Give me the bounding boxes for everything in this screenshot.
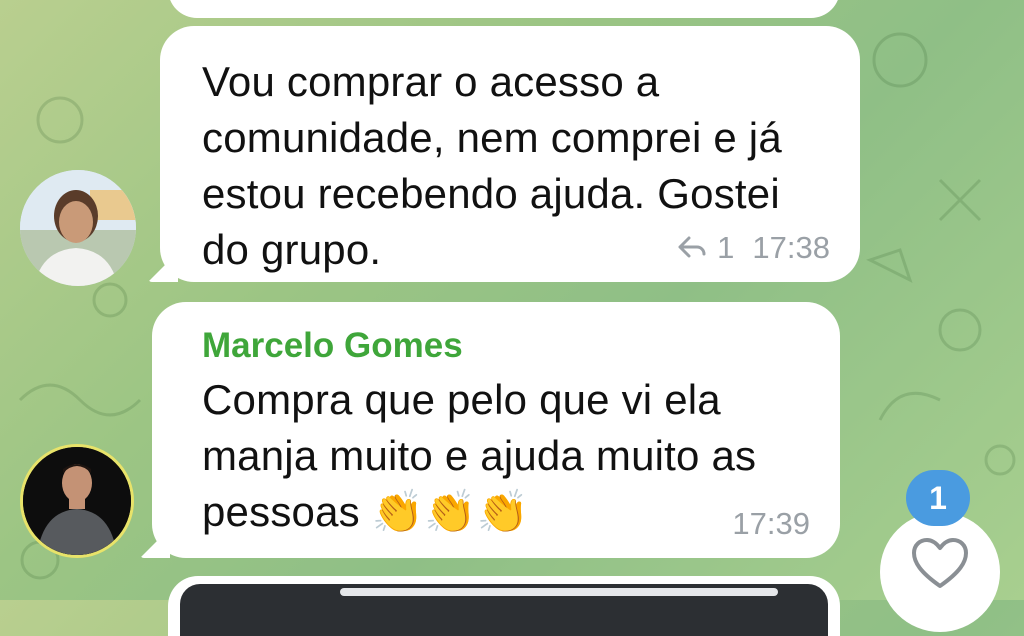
media-url-bar: [340, 588, 778, 596]
message-time: 17:39: [732, 506, 810, 541]
reply-count[interactable]: 1: [717, 230, 734, 266]
previous-message-bubble[interactable]: [168, 0, 840, 18]
avatar-woman-image: [20, 170, 136, 286]
media-message-bubble[interactable]: [168, 576, 840, 636]
message-meta: 17:39: [732, 506, 810, 542]
bubble-tail: [148, 252, 178, 282]
message-bubble[interactable]: Vou comprar o acesso a comunidade, nem c…: [148, 26, 860, 282]
bubble-tail: [140, 528, 170, 558]
sender-name[interactable]: Marcelo Gomes: [202, 326, 804, 366]
reply-arrow-icon[interactable]: [677, 230, 707, 266]
reaction-button[interactable]: [880, 512, 1000, 632]
message-meta: 1 17:38: [677, 230, 830, 266]
message-text: Compra que pelo que vi ela manja muito e…: [202, 372, 804, 540]
message-time: 17:38: [752, 230, 830, 265]
media-preview[interactable]: [180, 584, 828, 636]
avatar-man-image: [23, 447, 131, 555]
unread-badge[interactable]: 1: [906, 470, 970, 526]
message-bubble[interactable]: Marcelo Gomes Compra que pelo que vi ela…: [140, 302, 840, 558]
avatar[interactable]: [20, 444, 134, 558]
avatar[interactable]: [20, 170, 136, 286]
clapping-emoji: 👏👏👏: [371, 488, 530, 535]
heart-icon: [910, 536, 970, 632]
